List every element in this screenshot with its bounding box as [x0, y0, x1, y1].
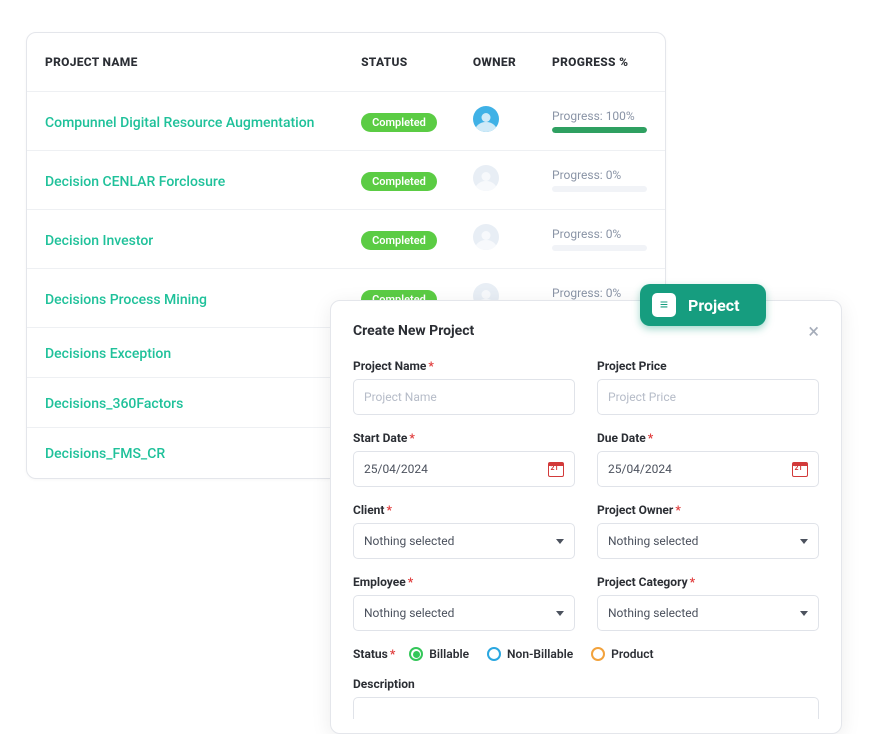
caret-down-icon — [800, 539, 808, 544]
table-row: Decision CENLAR Forclosure Completed Pro… — [27, 151, 665, 210]
project-link[interactable]: Decisions_FMS_CR — [45, 446, 165, 462]
progress-cell: Progress: 100% — [552, 109, 647, 133]
client-select[interactable]: Nothing selected — [353, 523, 575, 559]
status-badge: Completed — [361, 231, 437, 250]
caret-down-icon — [556, 539, 564, 544]
table-row: Decision Investor Completed Progress: 0% — [27, 210, 665, 269]
progress-bar — [552, 245, 647, 251]
progress-cell: Progress: 0% — [552, 168, 647, 192]
radio-icon — [409, 647, 423, 661]
start-date-label: Start Date* — [353, 431, 575, 445]
status-badge: Completed — [361, 172, 437, 191]
progress-label: Progress: 0% — [552, 286, 647, 300]
col-header-name[interactable]: PROJECT NAME — [27, 33, 343, 92]
status-radio-billable[interactable]: Billable — [409, 647, 469, 661]
description-label: Description — [353, 677, 819, 691]
calendar-icon — [792, 462, 808, 477]
start-date-input[interactable]: 25/04/2024 — [353, 451, 575, 487]
create-project-modal: Create New Project × Project Name* Proje… — [330, 300, 842, 734]
progress-cell: Progress: 0% — [552, 227, 647, 251]
project-link[interactable]: Decisions_360Factors — [45, 396, 183, 412]
project-price-input[interactable] — [597, 379, 819, 415]
project-link[interactable]: Decisions Process Mining — [45, 292, 207, 308]
due-date-label: Due Date* — [597, 431, 819, 445]
radio-icon — [487, 647, 501, 661]
employee-label: Employee* — [353, 575, 575, 589]
status-radio-product[interactable]: Product — [591, 647, 653, 661]
col-header-status[interactable]: STATUS — [343, 33, 455, 92]
project-link[interactable]: Compunnel Digital Resource Augmentation — [45, 115, 314, 131]
due-date-input[interactable]: 25/04/2024 — [597, 451, 819, 487]
project-link[interactable]: Decision CENLAR Forclosure — [45, 174, 225, 190]
project-tab-label: Project — [688, 296, 740, 315]
radio-icon — [591, 647, 605, 661]
description-input[interactable] — [353, 697, 819, 719]
col-header-owner[interactable]: OWNER — [455, 33, 534, 92]
progress-label: Progress: 0% — [552, 227, 647, 241]
status-radio-non-billable[interactable]: Non-Billable — [487, 647, 573, 661]
project-link[interactable]: Decisions Exception — [45, 346, 171, 362]
close-icon[interactable]: × — [808, 321, 819, 341]
owner-avatar[interactable] — [473, 106, 499, 132]
calendar-icon — [548, 462, 564, 477]
status-label: Status* — [353, 647, 395, 661]
project-section-tab[interactable]: ≡ Project — [640, 284, 766, 326]
status-badge: Completed — [361, 113, 437, 132]
project-owner-select[interactable]: Nothing selected — [597, 523, 819, 559]
client-label: Client* — [353, 503, 575, 517]
project-price-label: Project Price — [597, 359, 819, 373]
caret-down-icon — [800, 611, 808, 616]
project-owner-label: Project Owner* — [597, 503, 819, 517]
owner-avatar[interactable] — [473, 224, 499, 250]
progress-bar — [552, 186, 647, 192]
employee-select[interactable]: Nothing selected — [353, 595, 575, 631]
list-icon: ≡ — [652, 293, 676, 317]
project-category-select[interactable]: Nothing selected — [597, 595, 819, 631]
project-name-label: Project Name* — [353, 359, 575, 373]
table-row: Compunnel Digital Resource Augmentation … — [27, 92, 665, 151]
project-link[interactable]: Decision Investor — [45, 233, 153, 249]
progress-label: Progress: 100% — [552, 109, 647, 123]
progress-label: Progress: 0% — [552, 168, 647, 182]
modal-title: Create New Project — [353, 323, 474, 339]
project-name-input[interactable] — [353, 379, 575, 415]
col-header-progress[interactable]: PROGRESS % — [534, 33, 665, 92]
project-category-label: Project Category* — [597, 575, 819, 589]
caret-down-icon — [556, 611, 564, 616]
progress-bar — [552, 127, 647, 133]
owner-avatar[interactable] — [473, 165, 499, 191]
